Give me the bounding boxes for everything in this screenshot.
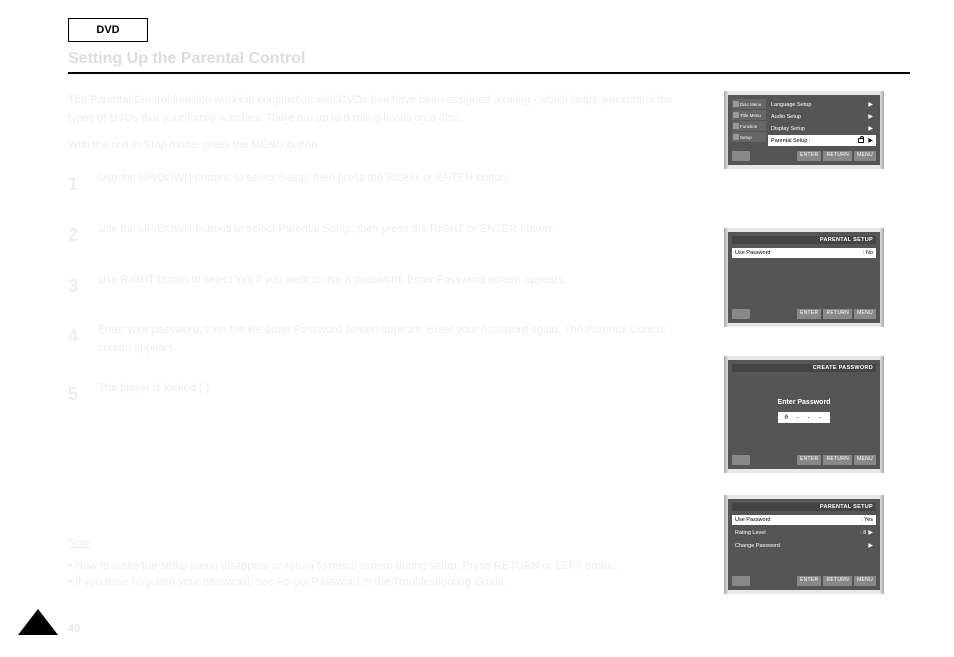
- dpad-icon: [732, 576, 750, 586]
- note-block: Note • How to make the setup menu disapp…: [68, 535, 698, 591]
- row-label: Use Password: [735, 250, 861, 256]
- chevron-right-icon: ▶: [868, 529, 873, 536]
- step-number: 4: [68, 322, 88, 357]
- screen-footer: ENTER RETURN MENU: [732, 307, 876, 321]
- footer-enter-button[interactable]: ENTER: [797, 151, 821, 161]
- footer-menu-button[interactable]: MENU: [854, 576, 876, 586]
- step-number: 3: [68, 272, 88, 301]
- screenshot-parental-setup: PARENTAL SETUP Use Password : No ENTER R…: [724, 228, 884, 327]
- step-number: 5: [68, 380, 88, 409]
- change-password-row[interactable]: Change Password ▶: [732, 540, 876, 551]
- gear-icon: [733, 134, 739, 140]
- rating-level-row[interactable]: Rating Level : 8 ▶: [732, 527, 876, 538]
- menu-row-display[interactable]: Display Setup▶: [768, 123, 876, 134]
- screen-footer: ENTER RETURN MENU: [732, 574, 876, 588]
- footer-return-button[interactable]: RETURN: [823, 309, 852, 319]
- dvd-tab: DVD: [68, 18, 148, 42]
- footer-menu-button[interactable]: MENU: [854, 309, 876, 319]
- left-menu-label: Setup: [740, 135, 752, 140]
- step-text: Use the UP/DOWN buttons to select Parent…: [98, 221, 554, 250]
- setup-right-column: Language Setup▶ Audio Setup▶ Display Set…: [768, 99, 876, 146]
- function-icon: [733, 123, 739, 129]
- row-label: Use Password: [735, 517, 859, 523]
- section-title: Setting Up the Parental Control: [68, 50, 305, 68]
- screen-title: PARENTAL SETUP: [732, 503, 876, 511]
- note-bullet: • How to make the setup menu disappear o…: [68, 558, 698, 575]
- chevron-right-icon: ▶: [868, 542, 873, 549]
- step-text: The player is locked ( ).: [98, 380, 212, 409]
- enter-password-label: Enter Password: [778, 399, 831, 406]
- screen-footer: ENTER RETURN MENU: [732, 453, 876, 467]
- left-menu-item[interactable]: Function: [732, 121, 766, 131]
- step-text: Enter your password, then the Re-enter P…: [98, 322, 698, 357]
- step-item: 5 The player is locked ( ).: [68, 380, 698, 409]
- intro-text: The Parental Control function works in c…: [68, 92, 698, 165]
- screen-title: CREATE PASSWORD: [732, 364, 876, 372]
- intro-paragraph: With the unit in Stop mode, press the ME…: [68, 137, 698, 155]
- chevron-right-icon: ▶: [868, 113, 873, 120]
- left-menu-label: Title Menu: [740, 113, 761, 118]
- page-arrow-icon: [18, 609, 58, 635]
- note-bullet-text: How to make the setup menu disappear or …: [75, 560, 619, 572]
- footer-menu-button[interactable]: MENU: [854, 151, 876, 161]
- footer-return-button[interactable]: RETURN: [823, 455, 852, 465]
- step-text: Use RIGHT button to select Yes if you wa…: [98, 272, 567, 301]
- dpad-icon: [732, 151, 750, 161]
- row-value: : 8: [860, 530, 866, 536]
- screenshot-parental-setup-yes: PARENTAL SETUP Use Password : Yes Rating…: [724, 495, 884, 594]
- left-menu-item[interactable]: Disc Menu: [732, 99, 766, 109]
- screen-title: PARENTAL SETUP: [732, 236, 876, 244]
- note-bullet: • If you have forgotten your password, s…: [68, 574, 698, 591]
- left-menu-label: Function: [740, 124, 757, 129]
- menu-row-parental[interactable]: Parental Setup : ▶: [768, 135, 876, 146]
- dpad-icon: [732, 309, 750, 319]
- divider: [68, 72, 910, 74]
- step-number: 2: [68, 221, 88, 250]
- step-text: Use the UP/DOWN buttons to select Setup,…: [98, 170, 510, 199]
- left-menu-label: Disc Menu: [740, 102, 761, 107]
- password-field[interactable]: 0 - - -: [778, 412, 829, 423]
- step-item: 2 Use the UP/DOWN buttons to select Pare…: [68, 221, 698, 250]
- step-item: 3 Use RIGHT button to select Yes if you …: [68, 272, 698, 301]
- setup-left-column: Disc Menu Title Menu Function Setup: [732, 99, 766, 146]
- step-number: 1: [68, 170, 88, 199]
- step-item: 4 Enter your password, then the Re-enter…: [68, 322, 698, 357]
- disc-icon: [733, 101, 739, 107]
- use-password-row[interactable]: Use Password : Yes: [732, 515, 876, 525]
- footer-enter-button[interactable]: ENTER: [797, 576, 821, 586]
- chevron-right-icon: ▶: [868, 125, 873, 132]
- menu-row-label: Language Setup: [771, 102, 866, 108]
- chevron-right-icon: ▶: [868, 101, 873, 108]
- screen-footer: ENTER RETURN MENU: [732, 149, 876, 163]
- use-password-row[interactable]: Use Password : No: [732, 248, 876, 258]
- footer-menu-button[interactable]: MENU: [854, 455, 876, 465]
- menu-row-audio[interactable]: Audio Setup▶: [768, 111, 876, 122]
- row-label: Rating Level: [735, 530, 858, 536]
- left-menu-item[interactable]: Setup: [732, 132, 766, 142]
- menu-row-language[interactable]: Language Setup▶: [768, 99, 876, 110]
- left-menu-item[interactable]: Title Menu: [732, 110, 766, 120]
- menu-row-label: Audio Setup: [771, 114, 866, 120]
- footer-enter-button[interactable]: ENTER: [797, 455, 821, 465]
- page-number: 40: [68, 623, 80, 635]
- chevron-right-icon: ▶: [868, 137, 873, 144]
- title-icon: [733, 112, 739, 118]
- note-header: Note: [68, 535, 698, 552]
- lock-icon: [858, 138, 864, 143]
- dpad-icon: [732, 455, 750, 465]
- note-bullet-text: If you have forgotten your password, see…: [75, 576, 507, 588]
- row-label: Change Password: [735, 543, 866, 549]
- row-value: : Yes: [861, 517, 873, 523]
- row-value: : No: [863, 250, 873, 256]
- footer-return-button[interactable]: RETURN: [823, 576, 852, 586]
- screenshot-setup-menu: Disc Menu Title Menu Function Setup Lang…: [724, 91, 884, 169]
- menu-row-label: Parental Setup :: [771, 138, 856, 144]
- step-item: 1 Use the UP/DOWN buttons to select Setu…: [68, 170, 698, 199]
- steps-list: 1 Use the UP/DOWN buttons to select Setu…: [68, 170, 698, 430]
- intro-paragraph: The Parental Control function works in c…: [68, 92, 698, 127]
- menu-row-label: Display Setup: [771, 126, 866, 132]
- screenshot-create-password: CREATE PASSWORD Enter Password 0 - - - E…: [724, 356, 884, 473]
- footer-enter-button[interactable]: ENTER: [797, 309, 821, 319]
- footer-return-button[interactable]: RETURN: [823, 151, 852, 161]
